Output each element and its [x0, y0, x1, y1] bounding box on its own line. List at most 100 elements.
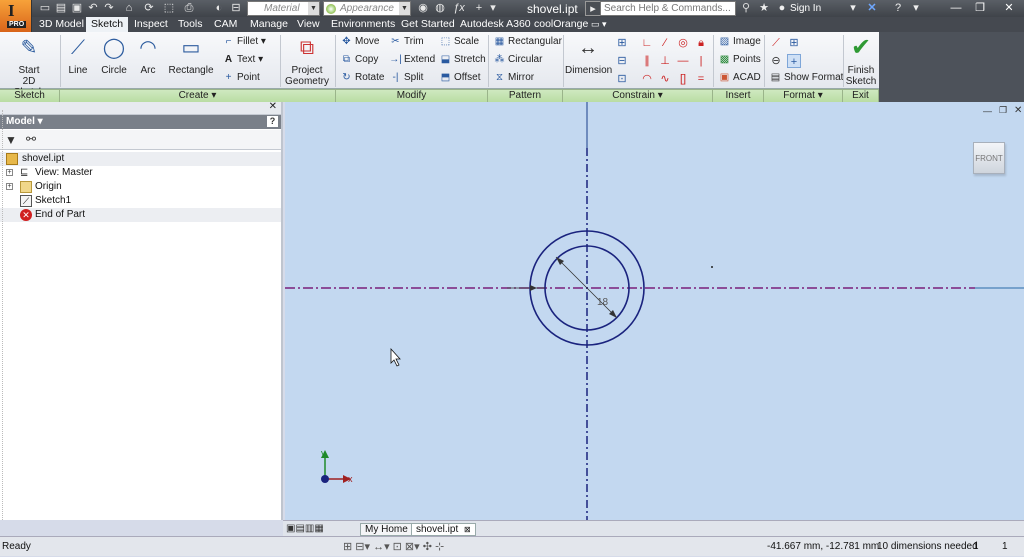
sign-in-chevron-icon[interactable]: ▾ [845, 1, 861, 16]
mirror-button[interactable]: ⧖ Mirror [493, 70, 534, 86]
tab-view[interactable]: View [292, 17, 325, 32]
redo-icon[interactable]: ↷ [102, 1, 116, 15]
equal-constraint-icon[interactable]: = [694, 72, 708, 86]
centerline-icon[interactable]: ⊖ [769, 54, 783, 68]
fillet-button[interactable]: ⌐ Fillet ▾ [222, 34, 266, 50]
sign-in-link[interactable]: Sign In [790, 3, 821, 14]
tree-item-view[interactable]: + ⊑ View: Master [0, 166, 281, 180]
tangent-constraint-icon[interactable]: ◠ [640, 72, 654, 86]
perpendicular-constraint-icon[interactable]: ⊥ [658, 54, 672, 68]
filter-icon[interactable]: ▼ [5, 133, 17, 147]
canvas-close-button[interactable]: ✕ [1014, 105, 1022, 116]
insert-acad-button[interactable]: ▣ ACAD [718, 70, 761, 86]
dimension-button[interactable]: ↔ Dimension [565, 35, 612, 76]
expand-icon[interactable]: + [6, 183, 13, 190]
tab-environments[interactable]: Environments [326, 17, 400, 32]
update-icon[interactable]: ⟳ [142, 1, 156, 15]
center-point-icon[interactable]: + [787, 54, 801, 68]
split-button[interactable]: -| Split [389, 70, 424, 86]
help-icon[interactable]: ? [890, 1, 906, 16]
expand-icon[interactable]: + [6, 169, 13, 176]
stretch-button[interactable]: ⬓ Stretch [439, 52, 486, 68]
graphics-canvas[interactable]: 18 y x FRONT — ❐ ✕ [285, 102, 1024, 520]
arc-button[interactable]: ◠ Arc [134, 35, 162, 76]
open-icon[interactable]: ▤ [54, 1, 68, 15]
appearance-dropdown[interactable]: Appearance ▼ [323, 1, 411, 16]
close-icon[interactable]: ✕ [269, 101, 277, 112]
material-dropdown[interactable]: Material ▼ [247, 1, 320, 16]
copy-button[interactable]: ⧉ Copy [340, 52, 378, 68]
add-icon[interactable]: + [472, 1, 486, 15]
horizontal-constraint-icon[interactable]: — [676, 54, 690, 68]
clear-appearance-icon[interactable]: ◉ [416, 1, 430, 15]
tab-autodesk-a360[interactable]: Autodesk A360 [455, 17, 536, 32]
tree-item-part[interactable]: shovel.ipt [0, 152, 281, 166]
tab-inspect[interactable]: Inspect [129, 17, 173, 32]
tab-overflow-icon[interactable]: ▭ ▾ [586, 17, 626, 32]
restore-button[interactable]: ❐ [968, 0, 992, 16]
tab-tools[interactable]: Tools [173, 17, 208, 32]
relax-mode-icon[interactable]: ⊡ [615, 72, 629, 86]
extend-button[interactable]: →| Extend [389, 52, 435, 68]
select-icon[interactable]: ⬚ [162, 1, 176, 15]
fix-constraint-icon[interactable]: 🔒︎ [694, 36, 708, 50]
constraint-settings-icon[interactable]: ⊟ [615, 54, 629, 68]
rectangle-button[interactable]: ▭ Rectangle [167, 35, 215, 76]
application-menu-button[interactable]: I PRO [0, 0, 32, 32]
user-icon[interactable]: ● [774, 1, 790, 16]
point-button[interactable]: + Point [222, 70, 260, 86]
viewcube[interactable]: FRONT [973, 142, 1005, 174]
tab-manage[interactable]: Manage [245, 17, 293, 32]
browser-header[interactable]: Model ▾ ? [0, 115, 281, 129]
new-icon[interactable]: ▭ [38, 1, 52, 15]
concentric-constraint-icon[interactable]: ◎ [676, 36, 690, 50]
coincident-constraint-icon[interactable]: ∟ [640, 36, 654, 50]
offset-button[interactable]: ⬒ Offset [439, 70, 481, 86]
show-format-button[interactable]: ▤ Show Format [769, 70, 844, 86]
rectangular-pattern-button[interactable]: ▦ Rectangular [493, 34, 562, 50]
rotate-button[interactable]: ↻ Rotate [340, 70, 384, 86]
parallel-constraint-icon[interactable]: ∥ [640, 54, 654, 68]
find-binoculars-icon[interactable]: ⚯ [26, 132, 36, 146]
parameters-icon[interactable]: ƒx [452, 1, 466, 15]
status-tools-icon[interactable]: ⊞ ⊟▾ ↔▾ ⊡ ⊠▾ ✣ ⊹ [343, 537, 444, 557]
finish-sketch-button[interactable]: ✔ Finish Sketch [845, 35, 877, 88]
close-button[interactable]: ✕ [994, 0, 1024, 16]
info-center-icon[interactable]: ▸ [585, 1, 601, 16]
tab-sketch[interactable]: Sketch [86, 17, 129, 32]
canvas-restore-button[interactable]: ❐ [999, 105, 1007, 116]
search-input[interactable]: Search Help & Commands... [600, 1, 736, 16]
trim-button[interactable]: ✂ Trim [389, 34, 423, 50]
auto-dimension-icon[interactable]: ⊞ [615, 36, 629, 50]
smooth-constraint-icon[interactable]: ∿ [658, 72, 672, 86]
insert-points-button[interactable]: ▩ Points [718, 52, 761, 68]
move-button[interactable]: ✥ Move [340, 34, 379, 50]
tab-coolorange[interactable]: coolOrange [529, 17, 593, 32]
tab-3d-model[interactable]: 3D Model [34, 17, 89, 32]
tile-windows-icon[interactable]: ▣▤▥▦ [286, 523, 324, 534]
print-icon[interactable]: ⎙ [182, 1, 196, 15]
undo-icon[interactable]: ↶ [86, 1, 100, 15]
qat-more-icon[interactable]: ▾ [486, 1, 500, 15]
collinear-constraint-icon[interactable]: ∕ [658, 36, 672, 50]
minimize-button[interactable]: — [944, 0, 968, 16]
exchange-apps-icon[interactable]: ✕ [864, 1, 880, 16]
close-tab-icon[interactable]: ⊠ [464, 525, 471, 534]
tree-item-sketch1[interactable]: ⟋ Sketch1 [0, 194, 281, 208]
tab-cam[interactable]: CAM [209, 17, 242, 32]
save-icon[interactable]: ▣ [70, 1, 84, 15]
tree-item-end-of-part[interactable]: ✕ End of Part [0, 208, 281, 222]
vertical-constraint-icon[interactable]: | [694, 54, 708, 68]
circular-pattern-button[interactable]: ⁂ Circular [493, 52, 543, 68]
sketch-point[interactable] [711, 266, 713, 268]
project-geometry-button[interactable]: ⧉ Project Geometry [284, 35, 330, 87]
measure-icon[interactable]: ⊟ [229, 1, 243, 15]
circle-button[interactable]: ◯ Circle [97, 35, 131, 76]
help-chevron-icon[interactable]: ▾ [908, 1, 924, 16]
insert-image-button[interactable]: ▨ Image [718, 34, 761, 50]
tab-shovel-ipt[interactable]: shovel.ipt ⊠ [411, 523, 476, 536]
help-icon[interactable]: ? [267, 116, 278, 127]
driven-dimension-icon[interactable]: ⊞ [787, 36, 801, 50]
adjust-icon[interactable]: ◍ [433, 1, 447, 15]
home-icon[interactable]: ⌂ [122, 1, 136, 15]
